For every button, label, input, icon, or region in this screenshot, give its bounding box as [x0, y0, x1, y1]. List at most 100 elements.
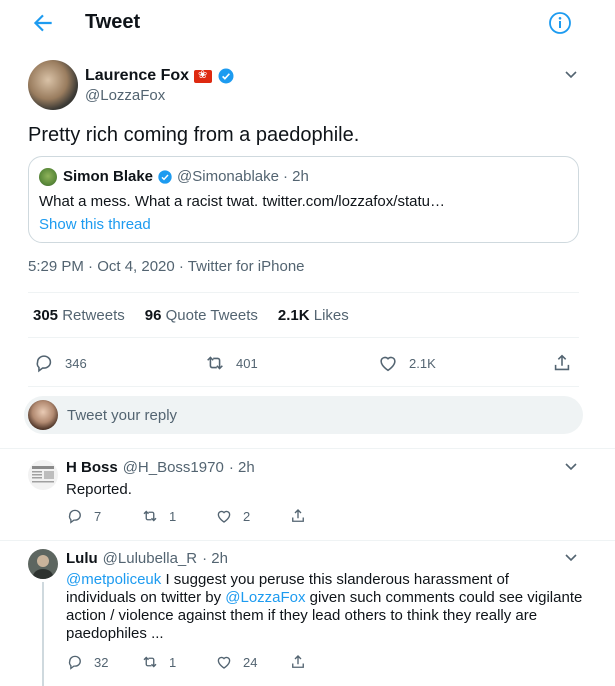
- retweet-icon: [143, 656, 157, 668]
- retweet-count: 401: [236, 355, 258, 371]
- reply-text-part: given such comments could see vigilante: [305, 589, 583, 606]
- verified-badge-icon: [218, 68, 234, 84]
- mention-link[interactable]: @metpoliceuk: [66, 571, 161, 588]
- share-button[interactable]: [289, 507, 307, 525]
- reply-menu-button[interactable]: [563, 458, 579, 474]
- retweet-button[interactable]: 1: [141, 507, 176, 525]
- author-avatar[interactable]: [28, 60, 78, 110]
- share-icon: [292, 655, 304, 668]
- quoted-tweet[interactable]: Simon Blake @Simonablake · 2h What a mes…: [28, 156, 579, 243]
- heart-icon: [217, 510, 231, 523]
- retweets-stat[interactable]: 305 Retweets: [33, 307, 125, 324]
- reply-author-handle[interactable]: @H_Boss1970: [123, 459, 224, 476]
- info-icon: [549, 12, 571, 34]
- reply-author-avatar[interactable]: [28, 460, 58, 490]
- quoted-tweet-time: · 2h: [282, 168, 309, 185]
- like-count: 2.1K: [409, 355, 436, 371]
- reply-count: 32: [94, 654, 109, 670]
- reply-text-line: paedophiles ...: [66, 625, 586, 643]
- quoted-author-handle: @Simonablake: [177, 168, 279, 185]
- reply-text: Reported.: [66, 481, 132, 498]
- reply-author-avatar[interactable]: [28, 549, 58, 579]
- show-thread-link[interactable]: Show this thread: [39, 216, 151, 233]
- reply-author-handle[interactable]: @Lulubella_R: [103, 550, 197, 567]
- likes-label: Likes: [313, 307, 349, 324]
- retweets-label: Retweets: [62, 307, 125, 324]
- reply-author-name[interactable]: H Boss: [66, 459, 118, 476]
- retweet-button[interactable]: 1: [141, 653, 176, 671]
- reply-button[interactable]: 346: [33, 352, 87, 374]
- reply-text: @metpoliceuk I suggest you peruse this s…: [66, 571, 586, 643]
- share-icon: [554, 354, 570, 371]
- reply-placeholder: Tweet your reply: [67, 407, 178, 424]
- share-button[interactable]: [289, 653, 307, 671]
- verified-badge-icon: [158, 169, 172, 184]
- retweet-count: 1: [169, 508, 177, 524]
- likes-stat[interactable]: 2.1K Likes: [278, 307, 349, 324]
- quoted-tweet-text: What a mess. What a racist twat. twitter…: [39, 193, 445, 210]
- quotes-count: 96: [144, 307, 162, 324]
- reply-text-part: action / violence against them if they l…: [66, 607, 538, 624]
- retweet-count: 1: [169, 654, 177, 670]
- chevron-down-icon: [565, 554, 577, 562]
- thread-line: [42, 582, 44, 686]
- reply-text-line: @metpoliceuk I suggest you peruse this s…: [66, 571, 586, 589]
- tweet-menu-button[interactable]: [563, 66, 579, 82]
- author-handle[interactable]: @LozzaFox: [85, 87, 165, 104]
- reply-input[interactable]: Tweet your reply: [24, 396, 583, 434]
- reply-text-line: action / violence against them if they l…: [66, 607, 586, 625]
- retweet-icon: [207, 356, 223, 370]
- divider: [0, 448, 615, 449]
- reply-button[interactable]: 32: [66, 653, 108, 671]
- info-button[interactable]: [548, 11, 572, 35]
- divider: [28, 292, 579, 293]
- retweets-count: 305: [33, 307, 59, 324]
- current-user-avatar: [28, 400, 58, 430]
- share-button[interactable]: [551, 352, 573, 374]
- share-icon: [292, 509, 304, 522]
- tweet-meta: 5:29 PM · Oct 4, 2020 · Twitter for iPho…: [28, 258, 305, 275]
- back-arrow-icon: [33, 14, 52, 32]
- reply-button[interactable]: 7: [66, 507, 101, 525]
- likes-count: 2.1K: [277, 307, 310, 324]
- reply-icon: [68, 655, 81, 670]
- back-button[interactable]: [30, 10, 56, 36]
- mention-link[interactable]: @LozzaFox: [225, 589, 305, 606]
- divider: [0, 540, 615, 541]
- quoted-author-avatar: [39, 168, 57, 186]
- like-count: 2: [243, 508, 251, 524]
- tweet-text: Pretty rich coming from a paedophile.: [28, 124, 360, 146]
- reply-text-line: individuals on twitter by @LozzaFox give…: [66, 589, 586, 607]
- retweet-icon: [143, 510, 157, 522]
- author-name-row: Laurence Fox: [85, 67, 235, 85]
- reply-author-name[interactable]: Lulu: [66, 550, 98, 567]
- chevron-down-icon: [565, 71, 577, 79]
- hong-kong-flag-icon: [194, 68, 213, 83]
- reply-icon: [36, 355, 52, 373]
- like-button[interactable]: 2.1K: [377, 352, 436, 374]
- reply-header: Lulu @Lulubella_R · 2h: [66, 550, 228, 567]
- reply-menu-button[interactable]: [563, 549, 579, 565]
- like-button[interactable]: 24: [215, 653, 257, 671]
- heart-icon: [380, 356, 396, 372]
- like-count: 24: [243, 654, 258, 670]
- newspaper-avatar-icon: [28, 460, 58, 490]
- retweet-button[interactable]: 401: [204, 352, 258, 374]
- like-button[interactable]: 2: [215, 507, 250, 525]
- person-avatar-icon: [28, 549, 58, 579]
- reply-count: 346: [65, 355, 87, 371]
- reply-header: H Boss @H_Boss1970 · 2h: [66, 459, 255, 476]
- divider: [28, 337, 579, 338]
- reply-count: 7: [94, 508, 102, 524]
- reply-icon: [68, 509, 81, 524]
- reply-time: · 2h: [202, 550, 228, 567]
- quote-tweets-stat[interactable]: 96 Quote Tweets: [145, 307, 258, 324]
- author-name[interactable]: Laurence Fox: [85, 67, 189, 85]
- reply-text-part: I suggest you peruse this slanderous har…: [161, 571, 509, 588]
- page-title: Tweet: [85, 11, 141, 33]
- quoted-author-row: Simon Blake @Simonablake · 2h: [63, 168, 309, 185]
- reply-text-part: individuals on twitter by: [66, 589, 226, 606]
- divider: [28, 386, 579, 387]
- quoted-author-name: Simon Blake: [63, 168, 154, 185]
- tweet-stats: 305 Retweets 96 Quote Tweets 2.1K Likes: [33, 307, 349, 324]
